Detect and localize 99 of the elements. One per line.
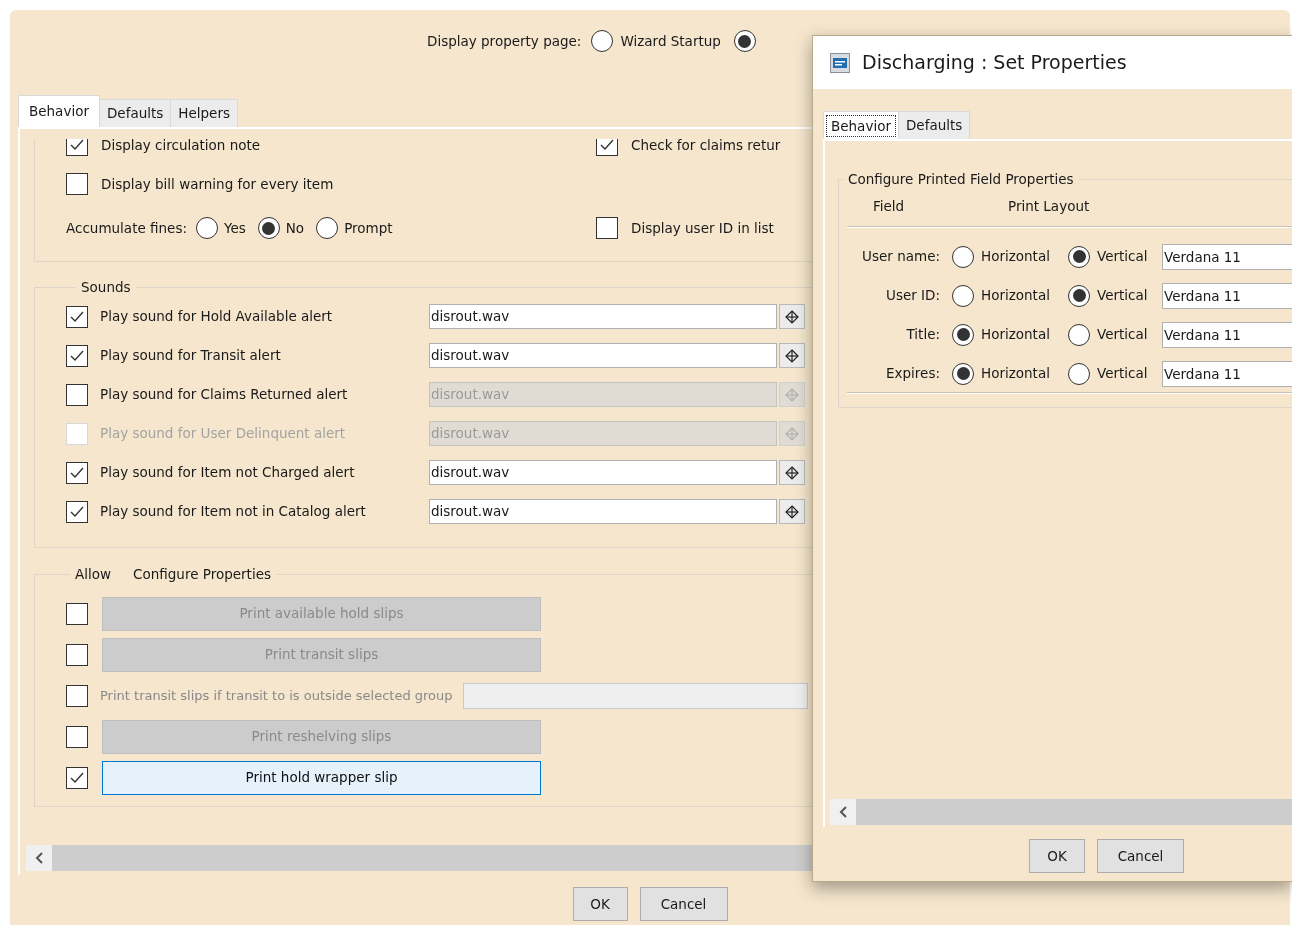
radio-label: Vertical <box>1096 364 1149 384</box>
radio-label: Yes <box>223 218 246 238</box>
print-button[interactable]: Print hold wrapper slip <box>102 760 541 795</box>
radio-button[interactable] <box>257 217 280 239</box>
tab[interactable]: Defaults <box>99 99 172 127</box>
radio-label: Horizontal <box>980 247 1051 267</box>
group-title: Sounds <box>81 279 131 295</box>
radio-label: No <box>285 218 305 238</box>
check-icon <box>69 139 85 153</box>
dialog-button[interactable]: Cancel <box>639 887 728 921</box>
checkbox[interactable] <box>66 383 88 406</box>
tab[interactable]: Behavior <box>18 95 100 127</box>
checkbox[interactable] <box>66 684 88 707</box>
checkbox[interactable] <box>66 766 88 789</box>
radio-label: Vertical <box>1096 325 1149 345</box>
dialog-button[interactable]: Cancel <box>1097 839 1184 873</box>
diamond-icon <box>785 426 799 441</box>
checkbox[interactable] <box>66 725 88 748</box>
checkbox-label: Display bill warning for every item <box>101 174 334 194</box>
checkbox-label: Display circulation note <box>101 139 261 155</box>
checkbox[interactable] <box>66 602 88 625</box>
dialog-button[interactable]: OK <box>1029 839 1085 873</box>
radio-button[interactable] <box>952 362 974 385</box>
checkbox[interactable] <box>66 643 88 666</box>
radio-button[interactable] <box>1068 284 1090 307</box>
horizontal-scrollbar[interactable] <box>26 845 812 871</box>
radio-button[interactable] <box>591 30 614 52</box>
checkbox[interactable] <box>66 344 88 367</box>
tab[interactable]: Helpers <box>171 99 238 127</box>
diamond-icon <box>785 348 799 363</box>
checkbox-label: Play sound for Transit alert <box>100 346 282 366</box>
column-header: Field <box>873 196 906 216</box>
checkbox-label: Check for claims retur <box>631 139 781 155</box>
radio-button[interactable] <box>952 323 974 346</box>
checkbox-label: Play sound for Hold Available alert <box>100 307 334 327</box>
radio-button[interactable] <box>952 245 974 268</box>
font-field[interactable]: Verdana 11 <box>1162 321 1292 348</box>
radio-button[interactable] <box>952 284 974 307</box>
checkbox[interactable] <box>66 461 88 484</box>
group-title: Configure Printed Field Properties <box>848 171 1074 187</box>
radio-button[interactable] <box>1068 323 1090 346</box>
file-field[interactable]: disrout.wav <box>429 343 777 368</box>
horizontal-scrollbar[interactable] <box>830 799 1292 825</box>
field-label: Accumulate fines: <box>66 218 187 238</box>
diamond-icon <box>785 504 799 519</box>
diamond-icon <box>785 387 799 402</box>
browse-button[interactable] <box>779 460 805 485</box>
radio-button[interactable] <box>1068 245 1090 268</box>
app-icon <box>830 52 850 73</box>
checkbox[interactable] <box>66 305 88 328</box>
file-field[interactable]: disrout.wav <box>429 304 777 329</box>
window-title: Discharging : Set Properties <box>862 50 1127 76</box>
check-icon <box>599 139 615 153</box>
checkbox[interactable] <box>66 173 88 195</box>
file-field[interactable]: disrout.wav <box>429 499 777 524</box>
radio-label: Wizard Startup <box>620 31 721 51</box>
browse-button[interactable] <box>779 304 805 329</box>
field-label: Display property page: <box>427 31 582 51</box>
tab[interactable]: Defaults <box>898 111 971 139</box>
dialog-button[interactable]: OK <box>572 887 628 921</box>
radio-label: Vertical <box>1096 286 1149 306</box>
font-field[interactable]: Verdana 11 <box>1162 282 1292 309</box>
checkbox[interactable] <box>596 217 618 239</box>
browse-button[interactable] <box>779 499 805 524</box>
radio-button[interactable] <box>733 30 756 52</box>
radio-button[interactable] <box>1068 362 1090 385</box>
checkbox-label: Print transit slips if transit to is outside selected group <box>100 686 453 705</box>
radio-button[interactable] <box>316 217 339 239</box>
field-label: User name: <box>861 247 940 267</box>
scroll-left-icon[interactable] <box>838 805 848 819</box>
radio-label: Vertical <box>1096 247 1149 267</box>
file-field[interactable]: disrout.wav <box>429 460 777 485</box>
field-label: Title: <box>905 325 940 345</box>
font-field[interactable]: Verdana 11 <box>1162 243 1292 270</box>
radio-label: Prompt <box>344 218 393 238</box>
font-field[interactable]: Verdana 11 <box>1162 360 1292 387</box>
tab[interactable]: Behavior <box>823 111 899 139</box>
browse-button[interactable] <box>779 343 805 368</box>
diamond-icon <box>785 309 799 324</box>
column-header: Configure Properties <box>133 565 271 584</box>
radio-label: Horizontal <box>980 286 1051 306</box>
checkbox-label: Play sound for Item not in Catalog alert <box>100 502 367 522</box>
checkbox-label: Play sound for Item not Charged alert <box>100 463 356 483</box>
checkbox[interactable] <box>596 139 618 156</box>
checkbox-label: Play sound for User Delinquent alert <box>100 424 347 444</box>
radio-label: Horizontal <box>980 325 1051 345</box>
radio-label: Horizontal <box>980 364 1051 384</box>
input-field[interactable] <box>462 682 808 709</box>
column-header: Allow <box>75 565 112 584</box>
diamond-icon <box>785 465 799 480</box>
checkbox[interactable] <box>66 139 88 156</box>
column-header: Print Layout <box>1008 196 1090 216</box>
scroll-left-icon[interactable] <box>34 851 44 865</box>
field-label: Expires: <box>885 364 940 384</box>
checkbox[interactable] <box>66 500 88 523</box>
radio-button[interactable] <box>195 217 218 239</box>
checkbox-label: Play sound for Claims Returned alert <box>100 385 349 405</box>
checkbox-label: Display user ID in list <box>631 218 774 238</box>
field-label: User ID: <box>885 286 940 306</box>
